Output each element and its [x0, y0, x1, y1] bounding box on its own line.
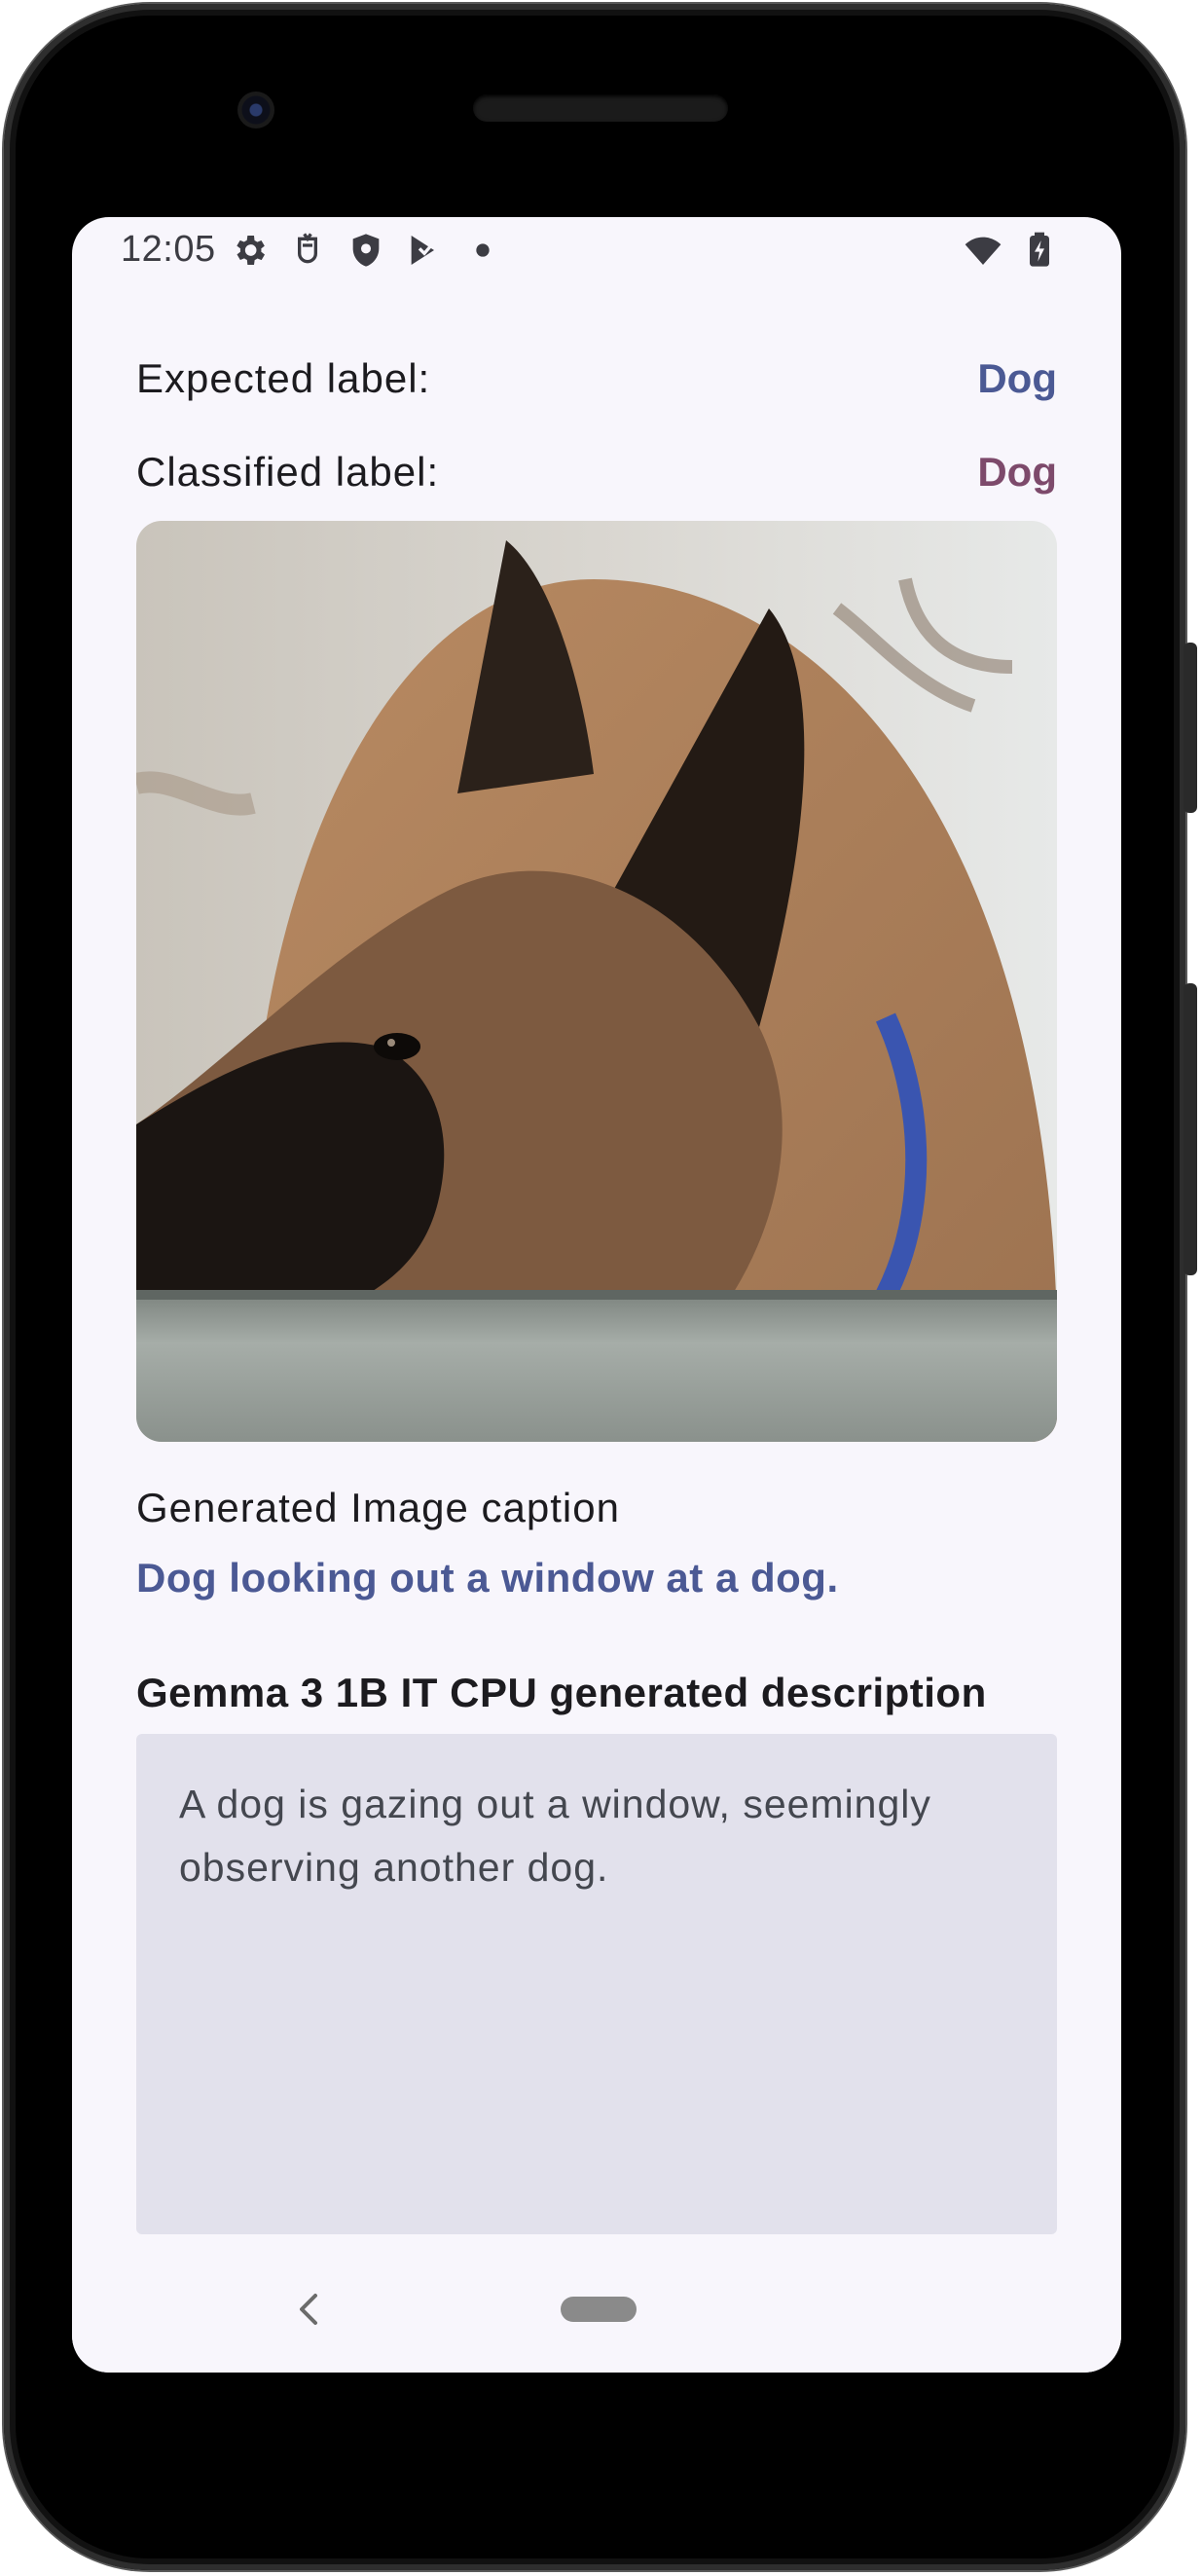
status-bar: 12:05 [72, 217, 1121, 285]
app-screen: 12:05 Expected label: Dog Classified lab… [72, 217, 1121, 2373]
power-button [1184, 643, 1197, 813]
wifi-icon [965, 237, 1002, 265]
shield-icon [352, 234, 380, 267]
description-text: A dog is gazing out a window, seemingly … [179, 1782, 931, 1890]
settings-gear-icon [237, 236, 265, 265]
classified-dog-image [136, 521, 1057, 1442]
caption-text: Dog looking out a window at a dog. [136, 1555, 839, 1601]
expected-label-title: Expected label: [136, 355, 431, 401]
navigation-bar [72, 2246, 1121, 2373]
notification-app-icon [298, 233, 317, 264]
back-chevron-icon[interactable] [294, 2293, 323, 2326]
description-title: Gemma 3 1B IT CPU generated description [136, 1670, 987, 1715]
description-box: A dog is gazing out a window, seemingly … [136, 1734, 1057, 2234]
phone-frame: 12:05 Expected label: Dog Classified lab… [4, 4, 1185, 2570]
expected-label-value: Dog [977, 355, 1057, 401]
dog-photo-illustration [136, 521, 1057, 1442]
status-time: 12:05 [121, 229, 216, 270]
classified-label-title: Classified label: [136, 449, 440, 495]
volume-rocker [1184, 983, 1197, 1275]
dot-icon [476, 243, 490, 257]
earpiece-speaker [473, 94, 728, 122]
play-store-icon [411, 236, 436, 265]
caption-title: Generated Image caption [136, 1485, 620, 1530]
front-camera [237, 92, 274, 129]
battery-charging-icon [1030, 232, 1049, 267]
home-pill-icon[interactable] [561, 2297, 637, 2322]
classified-label-value: Dog [977, 449, 1057, 495]
